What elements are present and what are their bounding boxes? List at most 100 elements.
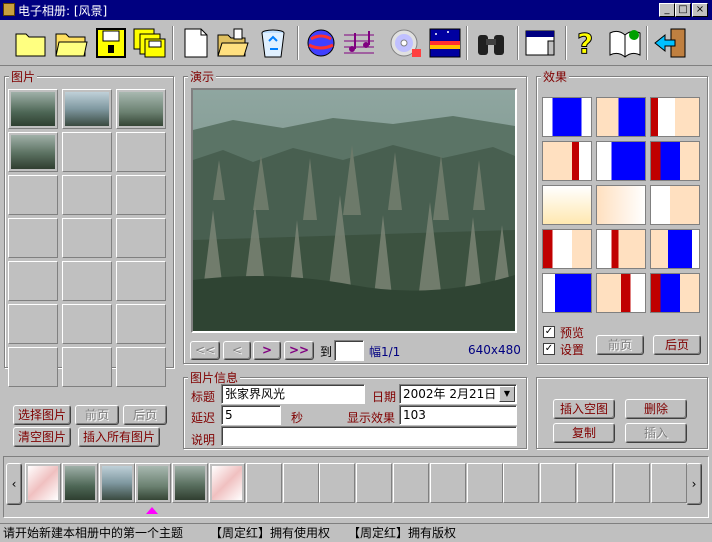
picture-slot[interactable] (116, 261, 166, 301)
save-button[interactable] (92, 24, 130, 62)
maximize-button[interactable]: □ (675, 3, 691, 17)
filmstrip-slot[interactable] (135, 463, 172, 503)
effect-option[interactable] (542, 273, 592, 313)
effect-option[interactable] (542, 229, 592, 269)
filmstrip-slot[interactable] (503, 463, 540, 503)
picture-slot[interactable] (62, 218, 112, 258)
insert-blank-button[interactable]: 插入空图 (553, 399, 615, 419)
filmstrip-slot[interactable] (245, 463, 282, 503)
picture-slot[interactable] (62, 89, 112, 129)
pictures-prev-button[interactable]: 前页 (75, 405, 119, 425)
picture-slot[interactable] (116, 132, 166, 172)
picture-slot[interactable] (8, 89, 58, 129)
book-button[interactable] (606, 24, 644, 62)
clear-pictures-button[interactable]: 清空图片 (13, 427, 71, 447)
picture-slot[interactable] (62, 132, 112, 172)
cd-button[interactable] (386, 24, 424, 62)
minimize-button[interactable]: _ (659, 3, 675, 17)
filmstrip-slot[interactable] (613, 463, 650, 503)
settings-checkbox[interactable]: ✓ (543, 343, 555, 355)
open-album-button[interactable] (52, 24, 90, 62)
picture-slot[interactable] (8, 175, 58, 215)
filmstrip-slot[interactable] (98, 463, 135, 503)
chevron-down-icon[interactable]: ▼ (499, 386, 515, 402)
picture-slot[interactable] (116, 304, 166, 344)
effect-option[interactable] (596, 97, 646, 137)
filmstrip-slot[interactable] (429, 463, 466, 503)
filmstrip-slot[interactable] (466, 463, 503, 503)
effect-option[interactable] (542, 185, 592, 225)
picture-slot[interactable] (8, 347, 58, 387)
insert-all-pictures-button[interactable]: 插入所有图片 (78, 427, 160, 447)
description-input[interactable] (221, 426, 517, 446)
picture-slot[interactable] (62, 304, 112, 344)
last-picture-button[interactable]: >> (284, 341, 314, 360)
picture-slot[interactable] (8, 304, 58, 344)
globe-button[interactable] (302, 24, 340, 62)
new-album-button[interactable] (12, 24, 50, 62)
filmstrip-slot[interactable] (393, 463, 429, 503)
recycle-button[interactable] (254, 24, 292, 62)
goto-input[interactable] (334, 340, 364, 361)
effect-input[interactable]: 103 (399, 405, 517, 425)
filmstrip-slot[interactable] (61, 463, 98, 503)
binoculars-button[interactable] (472, 24, 510, 62)
effect-option[interactable] (650, 97, 700, 137)
effect-option[interactable] (596, 273, 646, 313)
exit-button[interactable] (652, 24, 690, 62)
picture-slot[interactable] (8, 132, 58, 172)
filmstrip-slot[interactable] (282, 463, 319, 503)
screen-button[interactable] (426, 24, 464, 62)
close-button[interactable]: × (692, 3, 708, 17)
delay-input[interactable]: 5 (221, 405, 281, 425)
filmstrip-slot[interactable] (577, 463, 613, 503)
effects-prev-button[interactable]: 前页 (596, 335, 644, 355)
filmstrip-slot[interactable] (209, 463, 245, 503)
effect-option[interactable] (650, 229, 700, 269)
filmstrip-scroll-left[interactable]: ‹ (6, 463, 22, 505)
help-button[interactable]: ? (568, 24, 606, 62)
effects-next-button[interactable]: 后页 (653, 335, 701, 355)
insert-button[interactable]: 插入 (625, 423, 687, 443)
picture-slot[interactable] (116, 175, 166, 215)
effect-option[interactable] (542, 141, 592, 181)
svg-text:?: ? (577, 27, 593, 59)
select-picture-button[interactable]: 选择图片 (13, 405, 71, 425)
effect-option[interactable] (596, 141, 646, 181)
filmstrip-slot[interactable] (356, 463, 393, 503)
picture-slot[interactable] (62, 347, 112, 387)
title-input[interactable]: 张家界风光 (221, 384, 365, 404)
effect-option[interactable] (650, 273, 700, 313)
save-all-button[interactable] (130, 24, 168, 62)
picture-slot[interactable] (116, 347, 166, 387)
music-button[interactable] (340, 24, 378, 62)
filmstrip-slot[interactable] (540, 463, 577, 503)
filmstrip-scroll-right[interactable]: › (686, 463, 702, 505)
effect-option[interactable] (596, 229, 646, 269)
picture-slot[interactable] (116, 218, 166, 258)
picture-slot[interactable] (116, 89, 166, 129)
filmstrip-slot[interactable] (650, 463, 687, 503)
filmstrip-slot[interactable] (25, 463, 61, 503)
effect-option[interactable] (596, 185, 646, 225)
picture-slot[interactable] (8, 261, 58, 301)
open-folder-button[interactable] (214, 24, 252, 62)
picture-slot[interactable] (8, 218, 58, 258)
effect-option[interactable] (650, 141, 700, 181)
pictures-next-button[interactable]: 后页 (123, 405, 167, 425)
next-picture-button[interactable]: > (253, 341, 281, 360)
effect-option[interactable] (650, 185, 700, 225)
picture-slot[interactable] (62, 261, 112, 301)
filmstrip-slot[interactable] (319, 463, 356, 503)
prev-picture-button[interactable]: < (223, 341, 251, 360)
delete-button[interactable]: 删除 (625, 399, 687, 419)
date-picker[interactable]: 2002年 2月21日 ▼ (399, 384, 517, 404)
copy-button[interactable]: 复制 (553, 423, 615, 443)
effect-option[interactable] (542, 97, 592, 137)
preview-checkbox[interactable]: ✓ (543, 326, 555, 338)
new-page-button[interactable] (177, 24, 215, 62)
picture-slot[interactable] (62, 175, 112, 215)
window-button[interactable] (522, 24, 560, 62)
filmstrip-slot[interactable] (172, 463, 209, 503)
first-picture-button[interactable]: << (190, 341, 220, 360)
